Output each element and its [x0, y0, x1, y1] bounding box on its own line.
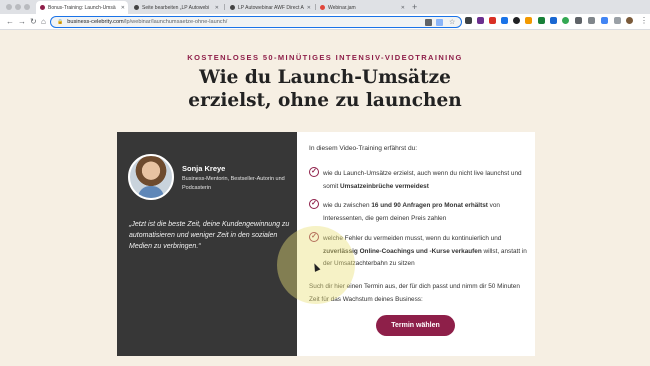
tab-label: LP Autowebinar AWF Direct A — [238, 4, 304, 11]
url-text: business-celebrity.com/lp/webinar/launch… — [67, 19, 227, 25]
home-icon[interactable]: ⌂ — [41, 16, 46, 28]
site-favicon-icon — [40, 5, 45, 10]
cta-description: Such dir hier einen Termin aus, der für … — [309, 283, 520, 303]
extension-icon[interactable] — [550, 17, 557, 24]
puzzle-icon[interactable] — [614, 17, 621, 24]
tab-separator — [224, 4, 225, 10]
speaker-quote: „Jetzt ist die beste Zeit, deine Kundeng… — [129, 221, 290, 250]
install-app-icon[interactable] — [425, 19, 432, 26]
check-circle-icon: ✓ — [309, 167, 319, 177]
close-tab-icon[interactable]: ✕ — [401, 5, 405, 11]
extension-icon[interactable] — [575, 17, 582, 24]
optin-card: Sonja Kreye Business-Mentorin, Bestselle… — [117, 132, 535, 356]
browser-tab-3[interactable]: LP Autowebinar AWF Direct A ✕ — [226, 1, 314, 14]
extension-icon[interactable] — [525, 17, 532, 24]
extension-icon[interactable] — [562, 17, 569, 24]
back-icon[interactable]: ← — [6, 16, 14, 28]
extension-icon[interactable] — [465, 17, 472, 24]
check-circle-icon: ✓ — [309, 232, 319, 242]
browser-tab-2[interactable]: Seite bearbeiten „LP Autowebi ✕ — [130, 1, 222, 14]
url-host: business-celebrity.com — [67, 19, 124, 25]
browser-tab-4[interactable]: Webinar.jam ✕ — [316, 1, 408, 14]
plus-icon[interactable]: + — [412, 2, 417, 12]
translate-icon[interactable] — [436, 19, 443, 26]
extension-icon[interactable] — [538, 17, 545, 24]
url-path: /lp/webinar/launchumsaetze-ohne-launch/ — [123, 19, 228, 25]
avatar — [128, 154, 174, 200]
kebab-menu-icon[interactable]: ⋮ — [640, 15, 648, 27]
wordpress-favicon-icon — [230, 5, 235, 10]
browser-toolbar: ← → ↻ ⌂ 🔒 business-celebrity.com/lp/webi… — [0, 14, 650, 30]
benefits-panel: In diesem Video-Training erfährst du: ✓ … — [297, 132, 535, 356]
extension-icon[interactable] — [477, 17, 484, 24]
wordpress-favicon-icon — [134, 5, 139, 10]
benefits-intro: In diesem Video-Training erfährst du: — [309, 145, 418, 152]
page-title: Wie du Launch-Umsätze erzielst, ohne zu … — [0, 66, 650, 112]
close-window-icon[interactable] — [6, 4, 12, 10]
speaker-role: Business-Mentorin, Bestseller-Autorin un… — [182, 176, 285, 191]
webinarjam-favicon-icon — [320, 5, 325, 10]
extension-icon[interactable] — [501, 17, 508, 24]
title-line-2: erzielst, ohne zu launchen — [188, 90, 462, 111]
book-appointment-button[interactable]: Termin wählen — [376, 315, 455, 336]
maximize-window-icon[interactable] — [24, 4, 30, 10]
check-circle-icon: ✓ — [309, 199, 319, 209]
bullet-text: wie du Launch-Umsätze erzielst, auch wen… — [323, 170, 522, 190]
browser-tab-1[interactable]: Bonus-Training: Launch-Umsä ✕ — [36, 1, 128, 14]
lock-icon: 🔒 — [57, 19, 64, 25]
extension-icon[interactable] — [588, 17, 595, 24]
page-kicker: KOSTENLOSES 50-MINÜTIGES INTENSIV-VIDEOT… — [187, 53, 463, 62]
speaker-panel: Sonja Kreye Business-Mentorin, Bestselle… — [117, 132, 297, 356]
close-tab-icon[interactable]: ✕ — [215, 5, 219, 11]
close-tab-icon[interactable]: ✕ — [307, 5, 311, 11]
bullet-text: welche Fehler du vermeiden musst, wenn d… — [323, 235, 527, 267]
bookmark-star-icon[interactable]: ☆ — [449, 19, 456, 26]
browser-tab-bar: Bonus-Training: Launch-Umsä ✕ Seite bear… — [0, 0, 650, 14]
tab-label: Bonus-Training: Launch-Umsä — [48, 4, 116, 11]
forward-icon[interactable]: → — [18, 16, 26, 28]
extension-icon[interactable] — [489, 17, 496, 24]
bullet-text: wie du zwischen 16 und 90 Anfragen pro M… — [323, 202, 500, 222]
reload-icon[interactable]: ↻ — [30, 16, 37, 28]
close-tab-icon[interactable]: ✕ — [121, 5, 125, 11]
address-bar[interactable]: 🔒 business-celebrity.com/lp/webinar/laun… — [50, 16, 462, 28]
extension-icon[interactable] — [601, 17, 608, 24]
speaker-name: Sonja Kreye — [182, 164, 226, 173]
profile-avatar-icon[interactable] — [626, 17, 633, 24]
tab-label: Webinar.jam — [328, 4, 356, 11]
tab-label: Seite bearbeiten „LP Autowebi — [142, 4, 210, 11]
minimize-window-icon[interactable] — [15, 4, 21, 10]
title-line-1: Wie du Launch-Umsätze — [199, 67, 451, 88]
extension-icon[interactable] — [513, 17, 520, 24]
